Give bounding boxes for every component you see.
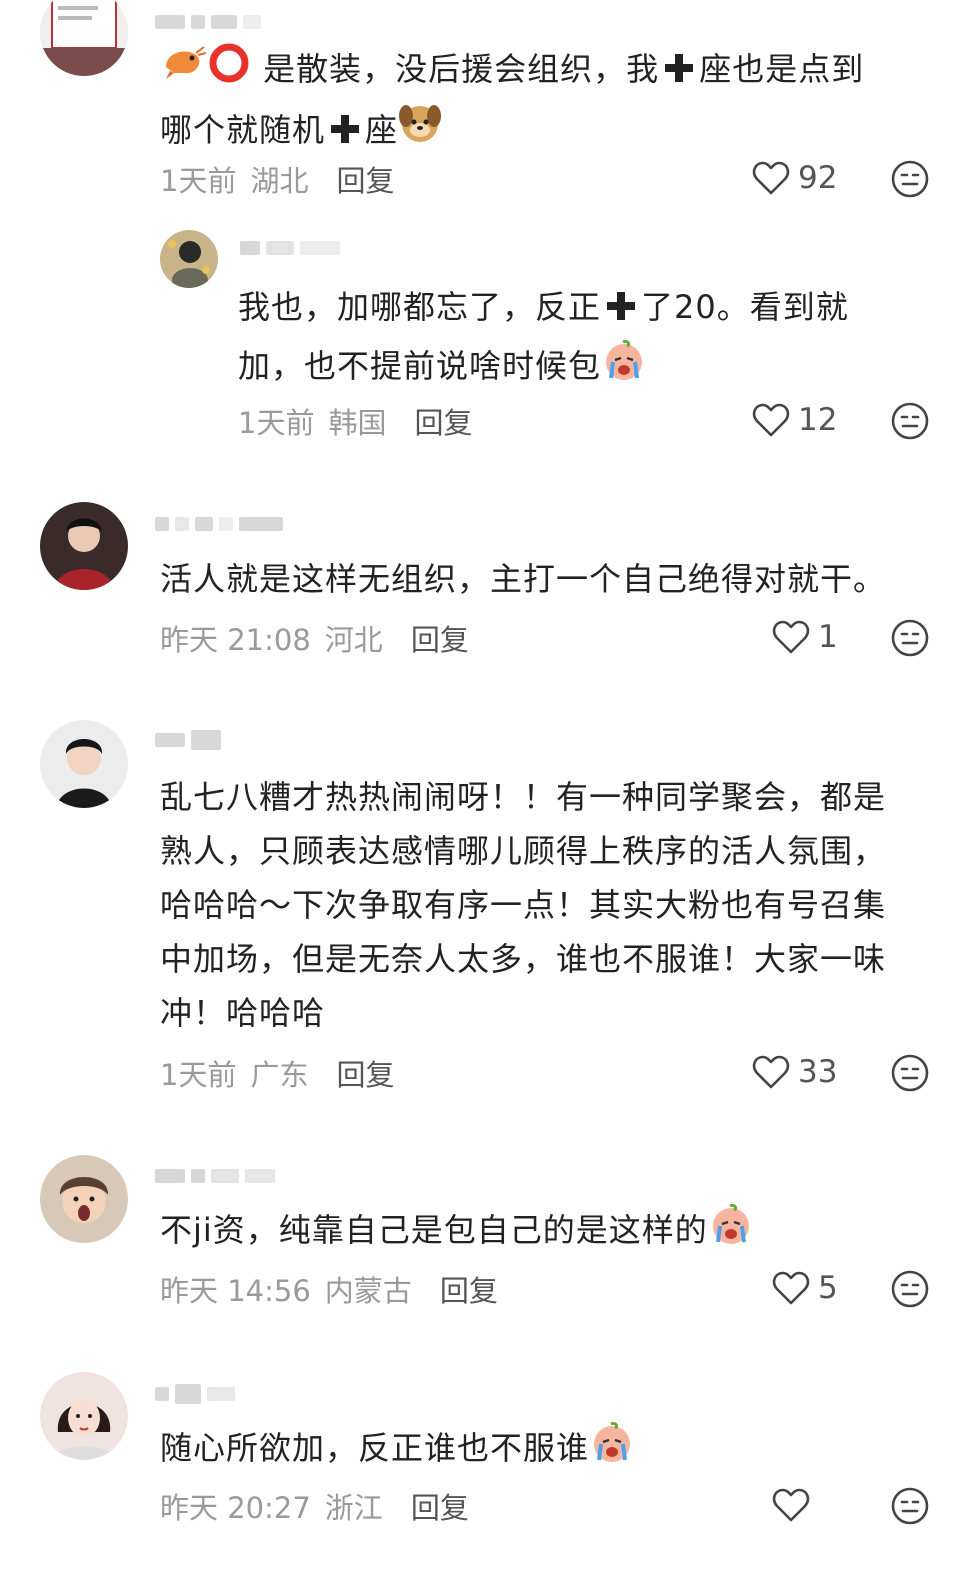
comment-text: 活人就是这样无组织，主打一个自己绝得对就干。 bbox=[160, 560, 887, 598]
comment-region: 广东 bbox=[250, 1058, 309, 1092]
neutral-face-icon[interactable] bbox=[890, 618, 930, 658]
comment-region: 湖北 bbox=[250, 164, 309, 198]
comment-meta: 昨天 21:08 河北 回复 bbox=[160, 617, 469, 659]
dog-emoji bbox=[398, 102, 442, 162]
comment-time: 昨天 14:56 bbox=[160, 1274, 311, 1308]
comment-meta: 昨天 20:27 浙江 回复 bbox=[160, 1485, 469, 1527]
comment-text: 是散装，没后援会组织，我 座也是点到 哪个就随机座 bbox=[160, 40, 930, 162]
heart-outline-icon bbox=[772, 620, 810, 654]
heart-outline-icon bbox=[772, 1271, 810, 1305]
like-count: 92 bbox=[798, 160, 838, 196]
comment-meta: 1天前 广东 回复 bbox=[160, 1052, 394, 1094]
comment-meta: 1天前 湖北 回复 bbox=[160, 158, 394, 200]
comment-region: 内蒙古 bbox=[324, 1274, 412, 1308]
comment-region: 浙江 bbox=[324, 1491, 383, 1525]
comment-region: 韩国 bbox=[328, 406, 387, 440]
like-button[interactable]: 12 bbox=[752, 402, 837, 438]
comment-time: 1天前 bbox=[160, 1058, 237, 1092]
plus-icon bbox=[663, 46, 695, 100]
neutral-face-icon[interactable] bbox=[890, 1269, 930, 1309]
reply-button[interactable]: 回复 bbox=[411, 1485, 469, 1527]
plus-icon bbox=[329, 107, 361, 161]
comment-meta: 昨天 14:56 内蒙古 回复 bbox=[160, 1268, 498, 1310]
comment-line: 乱七八糟才热热闹闹呀！！有一种同学聚会，都是 bbox=[160, 778, 887, 816]
reply-button[interactable]: 回复 bbox=[336, 158, 394, 200]
like-button[interactable]: 33 bbox=[752, 1054, 837, 1090]
reply-button[interactable]: 回复 bbox=[440, 1268, 498, 1310]
avatar[interactable] bbox=[40, 1372, 128, 1460]
like-button[interactable] bbox=[772, 1487, 818, 1523]
comment-text: 不ji资，纯靠自己是包自己的是这样的 bbox=[160, 1202, 940, 1262]
comment-time: 1天前 bbox=[238, 406, 315, 440]
plus-icon bbox=[605, 284, 637, 338]
username[interactable] bbox=[155, 12, 261, 32]
comment-text: 乱七八糟才热热闹闹呀！！有一种同学聚会，都是 熟人，只顾表达感情哪儿顾得上秩序的… bbox=[160, 770, 940, 1040]
username[interactable] bbox=[155, 1166, 275, 1186]
heart-outline-icon bbox=[752, 161, 790, 195]
avatar[interactable] bbox=[40, 0, 128, 76]
neutral-face-icon[interactable] bbox=[890, 1486, 930, 1526]
neutral-face-icon[interactable] bbox=[890, 401, 930, 441]
comment-meta: 1天前 韩国 回复 bbox=[238, 400, 472, 442]
crying-emoji bbox=[601, 338, 647, 398]
like-count: 33 bbox=[798, 1054, 838, 1090]
like-count: 5 bbox=[818, 1270, 838, 1306]
like-count: 1 bbox=[818, 619, 838, 655]
crying-emoji bbox=[589, 1420, 635, 1480]
comment-time: 昨天 21:08 bbox=[160, 623, 311, 657]
reply-button[interactable]: 回复 bbox=[336, 1052, 394, 1094]
username[interactable] bbox=[155, 514, 283, 534]
neutral-face-icon[interactable] bbox=[890, 1053, 930, 1093]
username[interactable] bbox=[240, 238, 340, 258]
reply-button[interactable]: 回复 bbox=[414, 400, 472, 442]
avatar[interactable] bbox=[40, 720, 128, 808]
neutral-face-icon[interactable] bbox=[890, 159, 930, 199]
comment-line: 冲！哈哈哈 bbox=[160, 994, 326, 1032]
comment-line: 熟人，只顾表达感情哪儿顾得上秩序的活人氛围， bbox=[160, 832, 887, 870]
comment-time: 1天前 bbox=[160, 164, 237, 198]
like-button[interactable]: 92 bbox=[752, 160, 837, 196]
comment-line: 中加场，但是无奈人太多，谁也不服谁！大家一味 bbox=[160, 940, 887, 978]
heart-outline-icon bbox=[752, 403, 790, 437]
comment-region: 河北 bbox=[324, 623, 383, 657]
shrimp-emoji bbox=[160, 43, 207, 99]
reply-button[interactable]: 回复 bbox=[411, 617, 469, 659]
like-count: 12 bbox=[798, 402, 838, 438]
username[interactable] bbox=[155, 730, 221, 750]
avatar[interactable] bbox=[40, 1155, 128, 1243]
heart-outline-icon bbox=[752, 1055, 790, 1089]
comment-line: 哈哈哈～下次争取有序一点！其实大粉也有号召集 bbox=[160, 886, 887, 924]
heart-outline-icon bbox=[772, 1488, 810, 1522]
like-button[interactable]: 5 bbox=[772, 1270, 838, 1306]
red-ring-emoji bbox=[206, 40, 252, 102]
comment-text: 随心所欲加，反正谁也不服谁 bbox=[160, 1420, 940, 1480]
avatar[interactable] bbox=[160, 230, 218, 288]
username[interactable] bbox=[155, 1384, 235, 1404]
like-button[interactable]: 1 bbox=[772, 619, 838, 655]
comment-time: 昨天 20:27 bbox=[160, 1491, 311, 1525]
avatar[interactable] bbox=[40, 502, 128, 590]
crying-emoji bbox=[708, 1202, 754, 1262]
comment-text: 我也，加哪都忘了，反正 了20。看到就 加，也不提前说啥时候包 bbox=[238, 280, 938, 398]
